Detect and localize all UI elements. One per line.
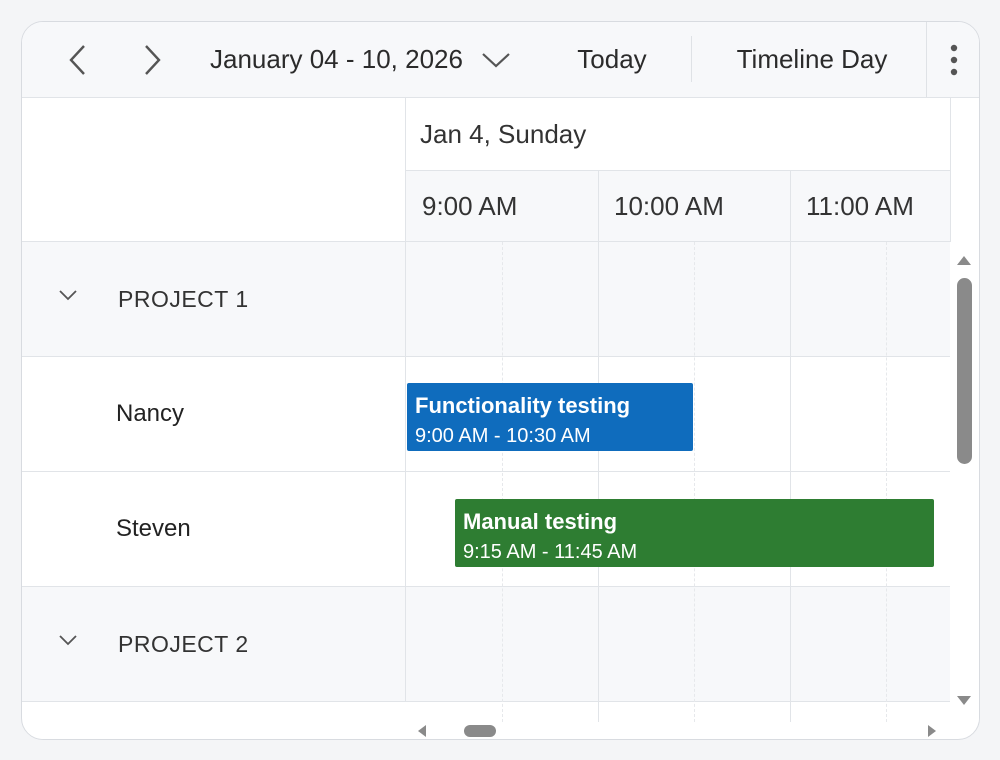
view-label: Timeline Day	[736, 44, 888, 74]
timeline-row-project-1[interactable]	[406, 242, 950, 357]
resource-group-label: PROJECT 1	[118, 285, 249, 312]
chevron-down-icon[interactable]	[58, 289, 78, 301]
view-button-timeline-day[interactable]: Timeline Day	[712, 22, 912, 97]
timeline-content: Functionality testing 9:00 AM - 10:30 AM…	[406, 242, 950, 722]
more-vertical-icon	[950, 44, 957, 75]
today-label: Today	[577, 44, 647, 74]
resource-footer	[22, 722, 406, 739]
resource-group-project-2: PROJECT 2	[22, 587, 406, 702]
chevron-down-icon	[482, 52, 510, 67]
event-manual-testing[interactable]: Manual testing 9:15 AM - 11:45 AM	[455, 499, 934, 567]
toolbar: January 04 - 10, 2026 Today Timeline Day	[22, 22, 979, 98]
event-functionality-testing[interactable]: Functionality testing 9:00 AM - 10:30 AM	[407, 383, 693, 451]
date-range-button[interactable]: January 04 - 10, 2026	[210, 22, 522, 97]
more-options-button[interactable]	[928, 22, 979, 97]
horizontal-scrollbar[interactable]	[406, 722, 950, 739]
time-slot-header: 10:00 AM	[598, 171, 791, 241]
grid-line	[598, 242, 599, 722]
horizontal-scroll-thumb[interactable]	[464, 725, 496, 737]
date-header-label: Jan 4, Sunday	[420, 118, 587, 149]
grid-line	[886, 242, 887, 722]
time-slot-label: 10:00 AM	[614, 190, 724, 221]
chevron-left-icon	[69, 44, 85, 75]
today-button[interactable]: Today	[562, 22, 662, 97]
previous-button[interactable]	[58, 22, 98, 97]
chevron-right-icon	[145, 44, 161, 75]
time-header: 9:00 AM 10:00 AM 11:00 AM	[406, 171, 951, 242]
grid-line	[502, 242, 503, 722]
scheduler: January 04 - 10, 2026 Today Timeline Day…	[21, 21, 980, 740]
date-range-label: January 04 - 10, 2026	[210, 44, 463, 74]
date-header: Jan 4, Sunday	[406, 98, 951, 171]
resource-group-project-1: PROJECT 1	[22, 242, 406, 357]
resource-row-nancy: Nancy	[22, 357, 406, 472]
scroll-up-icon[interactable]	[957, 256, 971, 265]
scroll-down-icon[interactable]	[957, 696, 971, 705]
event-title: Manual testing	[463, 509, 618, 534]
vertical-scrollbar[interactable]	[950, 242, 979, 722]
resource-group-label: PROJECT 2	[118, 630, 249, 657]
event-time: 9:00 AM - 10:30 AM	[415, 425, 591, 447]
event-title: Functionality testing	[415, 393, 631, 418]
time-slot-header: 11:00 AM	[790, 171, 950, 241]
grid-line	[790, 242, 791, 722]
vertical-scroll-thumb[interactable]	[957, 278, 972, 464]
resource-row-steven: Steven	[22, 472, 406, 587]
event-time: 9:15 AM - 11:45 AM	[463, 541, 638, 563]
time-slot-label: 11:00 AM	[806, 190, 914, 221]
resource-header	[22, 98, 406, 242]
grid-line	[694, 242, 695, 722]
resource-label: Nancy	[116, 400, 185, 427]
toolbar-separator	[691, 36, 692, 82]
chevron-down-icon[interactable]	[58, 634, 78, 646]
timeline-row-project-2[interactable]	[406, 587, 950, 702]
time-slot-header: 9:00 AM	[406, 171, 599, 241]
scroll-left-icon[interactable]	[418, 725, 426, 737]
next-button[interactable]	[132, 22, 172, 97]
time-slot-label: 9:00 AM	[422, 190, 518, 221]
scroll-right-icon[interactable]	[928, 725, 936, 737]
toolbar-separator	[926, 22, 927, 97]
resource-label: Steven	[116, 515, 191, 542]
